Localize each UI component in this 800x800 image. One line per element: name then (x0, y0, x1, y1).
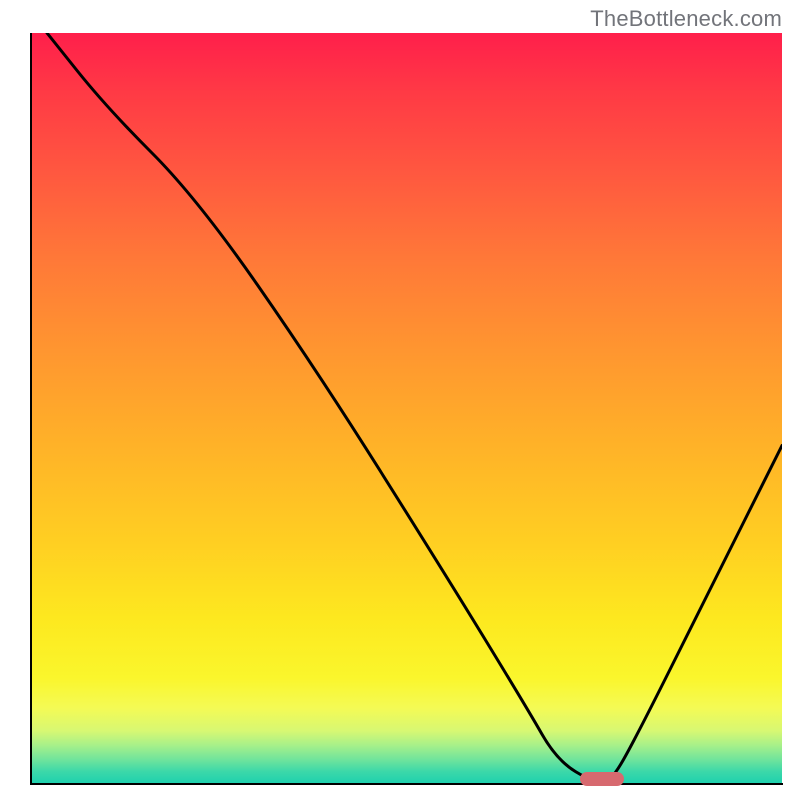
optimum-marker (580, 772, 624, 786)
bottleneck-chart: TheBottleneck.com (0, 0, 800, 800)
bottleneck-curve-path (47, 33, 782, 783)
line-series (32, 33, 782, 783)
watermark-text: TheBottleneck.com (590, 6, 782, 32)
x-axis (30, 783, 783, 785)
